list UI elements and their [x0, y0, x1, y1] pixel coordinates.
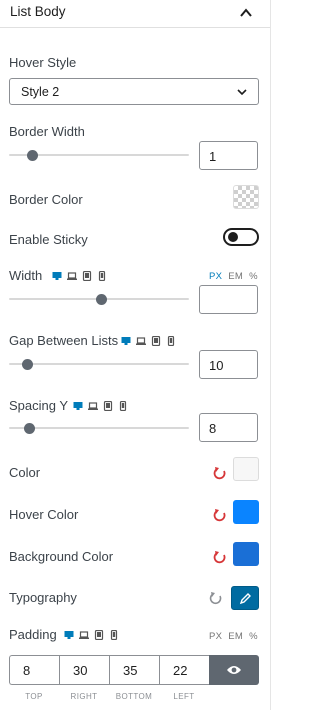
border-color-label: Border Color — [9, 192, 83, 207]
desktop-icon[interactable] — [121, 336, 131, 346]
mobile-icon[interactable] — [97, 271, 107, 281]
mobile-icon[interactable] — [118, 401, 128, 411]
unit-px[interactable]: PX — [209, 631, 222, 642]
spacing-y-label: Spacing Y — [9, 398, 69, 413]
spacing-y-slider[interactable] — [9, 423, 189, 434]
slider-thumb[interactable] — [27, 150, 39, 161]
border-width-slider[interactable] — [9, 150, 189, 161]
padding-right-input[interactable]: 30 — [59, 655, 109, 685]
border-width-input[interactable]: 1 — [199, 141, 258, 170]
width-unit-selector: PX EM% — [209, 271, 264, 282]
gap-between-lists-slider[interactable] — [9, 359, 189, 370]
padding-device-switcher — [64, 629, 119, 641]
enable-sticky-toggle[interactable] — [223, 228, 259, 246]
slider-thumb[interactable] — [95, 294, 107, 305]
hover-color-swatch[interactable] — [233, 500, 259, 524]
hover-style-label: Hover Style — [9, 55, 77, 70]
spacing-y-input[interactable]: 8 — [199, 413, 258, 442]
hover-color-label: Hover Color — [9, 507, 79, 522]
spacing-device-switcher — [73, 400, 128, 412]
header-divider — [0, 27, 270, 28]
slider-thumb[interactable] — [22, 359, 33, 370]
padding-inputs: 8 30 35 22 — [9, 655, 259, 685]
pencil-icon — [239, 593, 251, 605]
mobile-icon[interactable] — [109, 630, 119, 640]
laptop-icon[interactable] — [79, 630, 89, 640]
gap-between-lists-value: 10 — [209, 358, 224, 373]
background-color-label: Background Color — [9, 549, 114, 564]
color-swatch[interactable] — [233, 457, 259, 481]
settings-panel: List Body Hover Style Style 2 Border Wid… — [0, 0, 271, 710]
background-color-swatch[interactable] — [233, 542, 259, 566]
caption-top: TOP — [25, 692, 43, 701]
border-color-swatch[interactable] — [233, 185, 259, 209]
width-device-switcher — [52, 270, 107, 282]
unit-px[interactable]: PX — [209, 271, 222, 282]
border-width-label: Border Width — [9, 124, 85, 139]
hover-style-select[interactable]: Style 2 — [9, 78, 259, 105]
color-label: Color — [9, 465, 41, 480]
unit-percent[interactable]: % — [249, 271, 258, 282]
section-header[interactable]: List Body — [0, 0, 270, 28]
gap-between-lists-input[interactable]: 10 — [199, 350, 258, 379]
padding-bottom-input[interactable]: 35 — [109, 655, 159, 685]
hover-style-value: Style 2 — [21, 85, 60, 99]
gap-between-lists-label: Gap Between Lists — [9, 333, 119, 348]
gap-device-switcher — [121, 335, 176, 347]
typography-label: Typography — [9, 590, 77, 605]
reset-icon[interactable] — [213, 466, 227, 480]
padding-captions: TOP RIGHT BOTTOM LEFT — [9, 692, 209, 701]
laptop-icon[interactable] — [88, 401, 98, 411]
tablet-icon[interactable] — [94, 630, 104, 640]
spacing-y-value: 8 — [209, 421, 217, 436]
desktop-icon[interactable] — [73, 401, 83, 411]
padding-top-input[interactable]: 8 — [9, 655, 59, 685]
width-input[interactable] — [199, 285, 258, 314]
padding-top-value: 8 — [23, 663, 31, 678]
padding-label: Padding — [9, 627, 57, 642]
mobile-icon[interactable] — [166, 336, 176, 346]
eye-icon — [227, 666, 241, 674]
desktop-icon[interactable] — [64, 630, 74, 640]
desktop-icon[interactable] — [52, 271, 62, 281]
border-width-value: 1 — [209, 149, 217, 164]
reset-icon[interactable] — [209, 591, 223, 605]
laptop-icon[interactable] — [136, 336, 146, 346]
chevron-up-icon[interactable] — [239, 6, 253, 20]
padding-bottom-value: 35 — [123, 663, 138, 678]
unit-percent[interactable]: % — [249, 631, 258, 642]
reset-icon[interactable] — [213, 508, 227, 522]
enable-sticky-label: Enable Sticky — [9, 232, 88, 247]
slider-thumb[interactable] — [23, 423, 35, 434]
width-slider[interactable] — [9, 294, 189, 305]
padding-left-input[interactable]: 22 — [159, 655, 209, 685]
laptop-icon[interactable] — [67, 271, 77, 281]
padding-unit-selector: PX EM% — [209, 631, 264, 642]
section-title: List Body — [10, 4, 66, 19]
typography-edit-button[interactable] — [231, 586, 259, 610]
tablet-icon[interactable] — [82, 271, 92, 281]
padding-right-value: 30 — [73, 663, 88, 678]
tablet-icon[interactable] — [103, 401, 113, 411]
width-label: Width — [9, 268, 43, 283]
padding-link-button[interactable] — [209, 655, 259, 685]
toggle-knob — [228, 232, 238, 242]
caption-right: RIGHT — [70, 692, 98, 701]
padding-left-value: 22 — [173, 663, 188, 678]
unit-em[interactable]: EM — [228, 631, 243, 642]
chevron-down-icon — [237, 89, 247, 96]
unit-em[interactable]: EM — [228, 271, 243, 282]
caption-bottom: BOTTOM — [115, 692, 153, 701]
tablet-icon[interactable] — [151, 336, 161, 346]
caption-left: LEFT — [173, 692, 195, 701]
reset-icon[interactable] — [213, 550, 227, 564]
